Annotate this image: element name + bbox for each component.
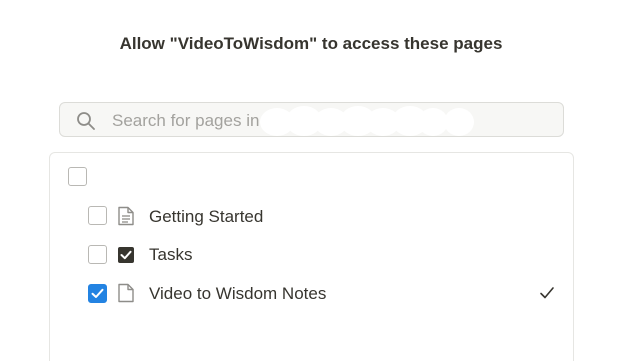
page-checkbox-getting-started[interactable] xyxy=(88,206,107,225)
dialog-title: Allow "VideoToWisdom" to access these pa… xyxy=(119,34,503,53)
document-icon xyxy=(118,206,134,226)
select-all-checkbox[interactable] xyxy=(68,167,87,186)
redaction-mask xyxy=(256,106,478,136)
checkmark-icon xyxy=(91,288,104,298)
selected-check-icon xyxy=(540,287,554,299)
page-label[interactable]: Tasks xyxy=(149,245,192,265)
search-placeholder: Search for pages in xyxy=(112,111,260,130)
page-checkbox-video-to-wisdom-notes[interactable] xyxy=(88,284,107,303)
checkbox-icon xyxy=(118,247,134,263)
search-icon xyxy=(77,112,95,130)
document-icon xyxy=(118,283,134,303)
page-label[interactable]: Getting Started xyxy=(149,207,263,227)
page-label[interactable]: Video to Wisdom Notes xyxy=(149,284,326,304)
page-checkbox-tasks[interactable] xyxy=(88,245,107,264)
